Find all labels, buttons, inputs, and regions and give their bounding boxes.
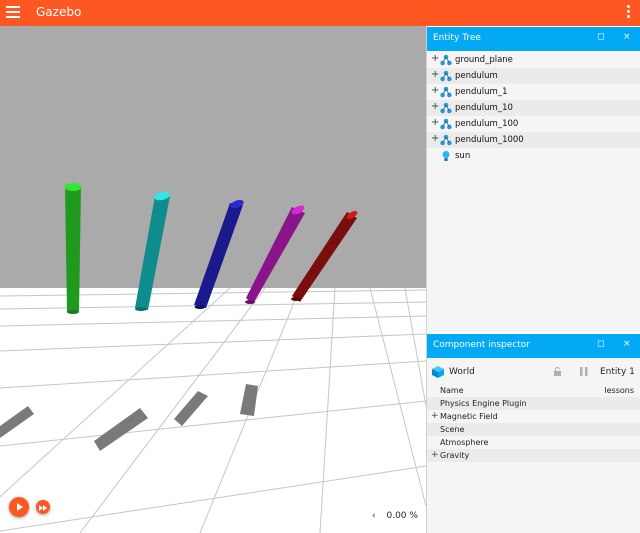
expand-icon[interactable]: + <box>431 118 439 128</box>
row-label: Physics Engine Plugin <box>440 399 527 408</box>
expand-icon[interactable]: + <box>431 411 439 421</box>
model-icon <box>440 118 452 130</box>
inspector-row-gravity[interactable]: + Gravity <box>427 449 640 462</box>
inspector-entity-header: World Entity 1 <box>427 358 640 386</box>
entity-tree: + ground_plane + pendulum + pendulum_1 +… <box>427 52 640 332</box>
menu-icon[interactable] <box>6 6 20 20</box>
model-icon <box>440 86 452 98</box>
more-options-icon[interactable] <box>626 5 632 21</box>
inspector-row-physics-engine-plugin[interactable]: Physics Engine Plugin <box>427 397 640 410</box>
tree-item-label: sun <box>455 151 471 161</box>
entity-tree-header: Entity Tree ◻ × <box>427 27 640 51</box>
step-button[interactable] <box>36 500 50 514</box>
component-inspector: World Entity 1 Name lessons Physics Engi… <box>427 358 640 533</box>
tree-item-ground-plane[interactable]: + ground_plane <box>427 52 640 68</box>
tree-item-label: pendulum <box>455 71 498 81</box>
play-button[interactable] <box>9 497 29 517</box>
app-bar: Gazebo <box>0 0 640 26</box>
close-icon[interactable]: × <box>623 339 631 349</box>
expand-icon[interactable]: + <box>431 70 439 80</box>
inspector-row-magnetic-field[interactable]: + Magnetic Field <box>427 410 640 423</box>
component-inspector-title: Component inspector <box>433 340 530 350</box>
pause-icon[interactable] <box>579 367 589 376</box>
expand-icon[interactable]: + <box>431 102 439 112</box>
real-time-factor: ‹ 0.00 % <box>372 511 418 521</box>
sky <box>0 26 426 288</box>
world-cube-icon <box>432 366 444 378</box>
expand-icon[interactable]: + <box>431 450 439 460</box>
tree-item-label: pendulum_1000 <box>455 135 524 145</box>
tree-item-label: pendulum_10 <box>455 103 513 113</box>
fast-forward-icon <box>39 505 47 511</box>
float-icon[interactable]: ◻ <box>597 339 604 349</box>
tree-item-pendulum[interactable]: + pendulum <box>427 68 640 84</box>
model-icon <box>440 54 452 66</box>
pendulum-green <box>64 183 82 314</box>
scene-render[interactable] <box>0 26 426 533</box>
row-label: Gravity <box>440 451 470 460</box>
float-icon[interactable]: ◻ <box>597 32 604 42</box>
expand-icon[interactable]: + <box>431 134 439 144</box>
component-inspector-header: Component inspector ◻ × <box>427 334 640 358</box>
tree-item-label: pendulum_1 <box>455 87 508 97</box>
row-label: Name <box>440 386 464 395</box>
scene-3d-viewport[interactable] <box>0 26 426 533</box>
model-icon <box>440 102 452 114</box>
tree-item-label: pendulum_100 <box>455 119 519 129</box>
inspector-row-name[interactable]: Name lessons <box>427 384 640 397</box>
app-title: Gazebo <box>36 5 82 19</box>
chevron-left-icon[interactable]: ‹ <box>372 511 376 521</box>
light-icon <box>442 151 450 161</box>
model-icon <box>440 134 452 146</box>
expand-icon[interactable]: + <box>431 86 439 96</box>
tree-item-pendulum-10[interactable]: + pendulum_10 <box>427 100 640 116</box>
tree-item-pendulum-1000[interactable]: + pendulum_1000 <box>427 132 640 148</box>
inspector-row-scene[interactable]: Scene <box>427 423 640 436</box>
tree-item-sun[interactable]: sun <box>427 148 640 164</box>
lock-icon[interactable] <box>553 367 562 376</box>
model-icon <box>440 70 452 82</box>
inspector-row-atmosphere[interactable]: Atmosphere <box>427 436 640 449</box>
row-value: lessons <box>604 386 634 395</box>
entity-tree-title: Entity Tree <box>433 33 481 43</box>
row-label: Atmosphere <box>440 438 489 447</box>
entity-id-label: Entity 1 <box>600 367 635 377</box>
close-icon[interactable]: × <box>623 32 631 42</box>
tree-item-pendulum-100[interactable]: + pendulum_100 <box>427 116 640 132</box>
tree-item-pendulum-1[interactable]: + pendulum_1 <box>427 84 640 100</box>
row-label: Magnetic Field <box>440 412 498 421</box>
expand-icon[interactable]: + <box>431 54 439 64</box>
row-label: Scene <box>440 425 465 434</box>
tree-item-label: ground_plane <box>455 55 513 65</box>
rtf-value: 0.00 % <box>386 511 418 521</box>
entity-name: World <box>449 367 475 377</box>
play-icon <box>17 503 23 511</box>
